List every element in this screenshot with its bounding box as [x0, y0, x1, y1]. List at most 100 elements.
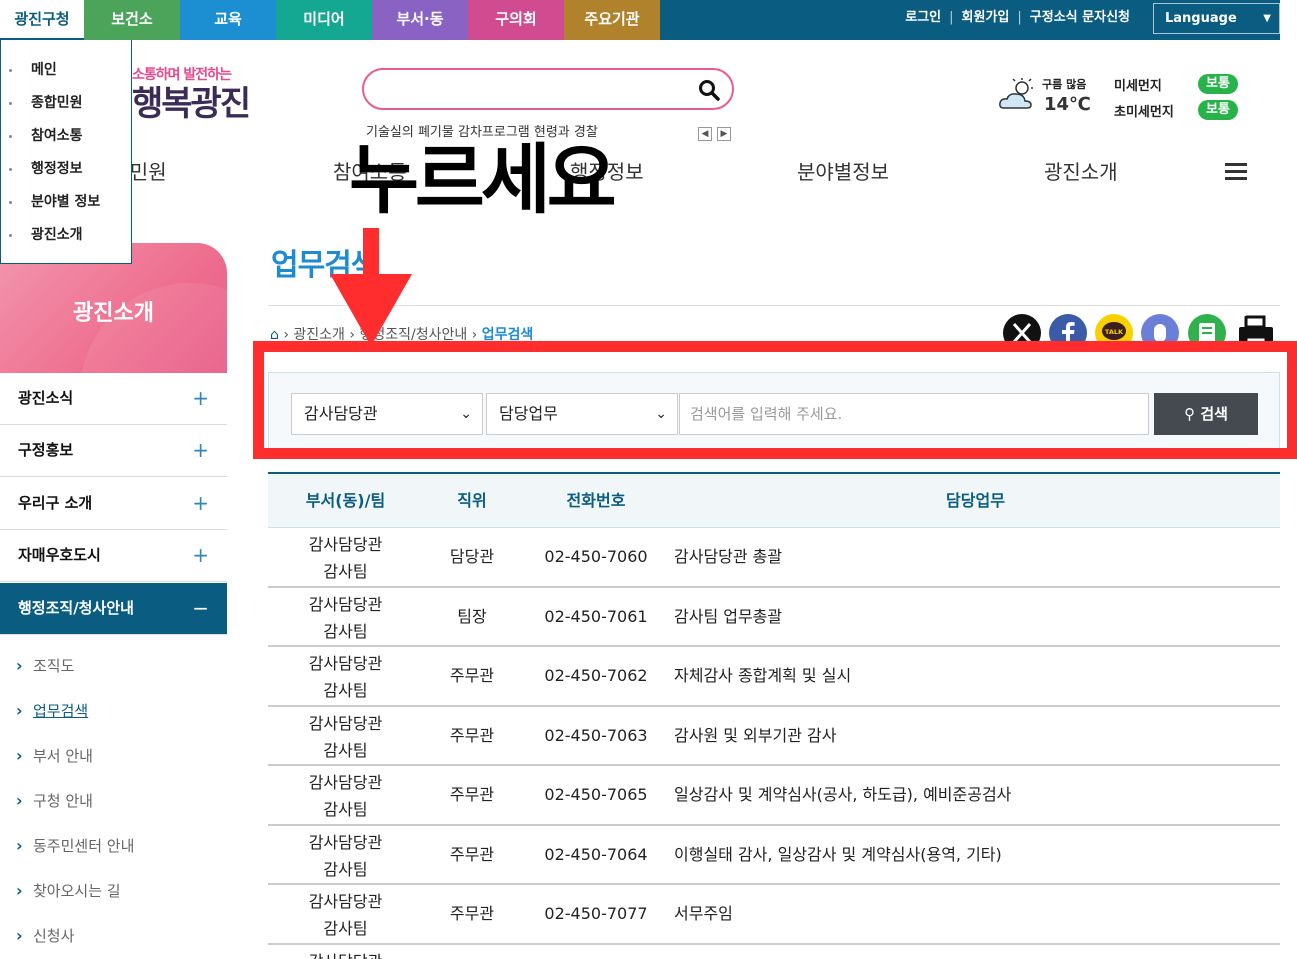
svg-text:TALK: TALK [1105, 328, 1124, 336]
cell-position: 주무관 [449, 844, 495, 864]
caret-down-icon: ▼ [1263, 13, 1271, 24]
cell-dept: 감사담당관감사팀 [268, 829, 423, 883]
lnb-sub-directions[interactable]: 찾아오시는 길 [0, 868, 227, 914]
table-header: 부서(동)/팀 직위 전화번호 담당업무 [268, 472, 1280, 528]
site-logo[interactable]: 소통하며 발전하는 행복광진 [132, 64, 262, 136]
cell-position: 주무관 [449, 904, 495, 923]
signup-link[interactable]: 회원가입 [962, 0, 1010, 40]
utility-links: 로그인 | 회원가입 | 구정소식 문자신청 [905, 0, 1130, 40]
logo-slogan: 소통하며 발전하는 [132, 67, 232, 83]
cell-dept: 감사담당관 감사팀 [268, 591, 423, 645]
lnb-sub-task-search[interactable]: 업무검색 [0, 688, 227, 734]
arrow-down-icon [330, 228, 412, 346]
cloudy-weather-icon [999, 78, 1033, 109]
column-header-dept: 부서(동)/팀 [305, 491, 386, 510]
sms-subscribe-link[interactable]: 구정소식 문자신청 [1030, 0, 1130, 40]
lnb-item-organization[interactable]: 행정조직/청사안내 − [0, 583, 227, 635]
plus-icon: + [192, 491, 209, 515]
table-row: 감사담당관 감사팀 담당관 02-450-7060 감사담당관 총괄 [268, 528, 1280, 588]
lnb-sub-new-building[interactable]: 신청사 [0, 913, 227, 959]
cell-dept: 감사담당관 [268, 948, 423, 959]
lnb-sub-community-centers[interactable]: 동주민센터 안내 [0, 823, 227, 869]
table-row: 감사담당관 감사팀 주무관 02-450-7063 감사원 및 외부기관 감사 [268, 707, 1280, 766]
table-row: 감사담당관 감사팀 주무관 02-450-7065 일상감사 및 계약심사(공사,… [268, 766, 1280, 826]
submenu-item-civil[interactable]: 종합민원 [1, 87, 131, 120]
column-header-task: 담당업무 [946, 491, 1005, 510]
lnb-title: 광진소개 [73, 301, 154, 326]
cell-dept: 감사담당관감사팀 [268, 888, 423, 942]
cell-dept: 감사담당관 감사팀 [268, 710, 423, 764]
cell-phone: 02-450-7062 [544, 666, 648, 685]
team-name: 감사팀 [323, 859, 368, 879]
dept-name: 감사담당관 [268, 948, 423, 959]
cell-position: 주무관 [449, 666, 495, 685]
cell-position: 주무관 [449, 785, 495, 804]
team-name: 감사팀 [323, 562, 368, 581]
top-bar: 광진구청 보건소 교육 미디어 부서·동 구의회 주요기관 로그인 | 회원가입… [0, 0, 1280, 40]
site-tab-health[interactable]: 보건소 [84, 0, 180, 40]
cell-dept: 감사담당관감사팀 [268, 531, 423, 585]
submenu-item-field[interactable]: 분야별 정보 [1, 186, 131, 219]
dept-name: 감사담당관 [308, 654, 383, 673]
site-tab-gwangjin[interactable]: 광진구청 [0, 0, 84, 40]
column-header-phone: 전화번호 [566, 491, 626, 510]
cell-position: 팀장 [457, 606, 487, 626]
language-label: Language [1165, 11, 1237, 26]
site-tab-media[interactable]: 미디어 [276, 0, 372, 40]
language-select[interactable]: Language ▼ [1153, 3, 1280, 34]
site-tab-agencies[interactable]: 주요기관 [564, 0, 660, 40]
lnb-sub-departments[interactable]: 부서 안내 [0, 733, 227, 779]
search-icon[interactable] [698, 79, 720, 101]
fine-dust-label: 미세먼지 [1114, 79, 1162, 94]
team-name: 감사팀 [323, 740, 368, 760]
submenu-item-participation[interactable]: 참여소통 [1, 120, 131, 153]
table-row: 감사담당관 [268, 945, 1280, 959]
cell-position: 주무관 [449, 725, 495, 745]
site-tab-council[interactable]: 구의회 [468, 0, 564, 40]
keywords-prev-button[interactable]: ◀ [698, 127, 712, 141]
gnb-intro[interactable]: 광진소개 [1044, 156, 1118, 185]
gnb-field-info[interactable]: 분야별정보 [797, 156, 889, 185]
team-name: 감사팀 [323, 919, 368, 938]
cell-phone: 02-450-7065 [544, 785, 648, 804]
cell-task: 감사팀 업무총괄 [674, 606, 783, 626]
dept-name: 감사담당관 [308, 832, 383, 852]
cell-phone: 02-450-7064 [544, 844, 648, 864]
lnb-sub-office[interactable]: 구청 안내 [0, 778, 227, 824]
fine-dust-status-badge: 보통 [1198, 74, 1238, 94]
table-row: 감사담당관 감사팀 주무관 02-450-7062 자체감사 종합계획 및 실시 [268, 647, 1280, 707]
lnb-item-about[interactable]: 우리구 소개 + [0, 478, 227, 530]
lnb-item-sister-cities[interactable]: 자매우호도시 + [0, 530, 227, 582]
table-row: 감사담당관 감사팀 팀장 02-450-7061 감사팀 업무총괄 [268, 588, 1280, 647]
dept-name: 감사담당관 [308, 535, 383, 554]
cell-task: 감사원 및 외부기관 감사 [674, 725, 837, 745]
cell-task: 이행실태 감사, 일상감사 및 계약심사(용역, 기타) [674, 844, 1002, 864]
dept-name: 감사담당관 [308, 892, 383, 911]
cell-task: 일상감사 및 계약심사(공사, 하도급), 예비준공검사 [674, 785, 1012, 804]
cell-task: 자체감사 종합계획 및 실시 [674, 666, 852, 685]
lnb-item-pr[interactable]: 구정홍보 + [0, 425, 227, 477]
lnb-sub-org-chart[interactable]: 조직도 [0, 643, 227, 689]
site-search-input[interactable] [380, 78, 680, 100]
lnb-item-label: 우리구 소개 [18, 494, 93, 512]
submenu-item-intro[interactable]: 광진소개 [1, 219, 131, 252]
util-separator: | [1017, 10, 1022, 25]
instruction-overlay-text: 누르세요 [349, 135, 617, 224]
lnb-item-news[interactable]: 광진소식 + [0, 373, 227, 425]
login-link[interactable]: 로그인 [905, 0, 941, 40]
menu-icon[interactable] [1225, 163, 1247, 181]
cell-dept: 감사담당관 감사팀 [268, 769, 423, 823]
cell-phone: 02-450-7077 [544, 904, 648, 923]
team-name: 감사팀 [323, 621, 368, 641]
highlight-box [253, 341, 1297, 459]
lnb-item-label: 구정홍보 [18, 441, 74, 459]
ultrafine-dust-row: 초미세먼지 보통 [1114, 100, 1238, 120]
keywords-next-button[interactable]: ▶ [717, 127, 731, 141]
site-tab-departments[interactable]: 부서·동 [372, 0, 468, 40]
site-tab-education[interactable]: 교육 [180, 0, 276, 40]
table-row: 감사담당관 감사팀 주무관 02-450-7077 서무주임 [268, 885, 1280, 945]
submenu-item-main[interactable]: 메인 [1, 54, 131, 87]
submenu-item-admin[interactable]: 행정정보 [1, 153, 131, 186]
plus-icon: + [192, 438, 209, 462]
lnb-item-label: 광진소식 [18, 389, 74, 407]
